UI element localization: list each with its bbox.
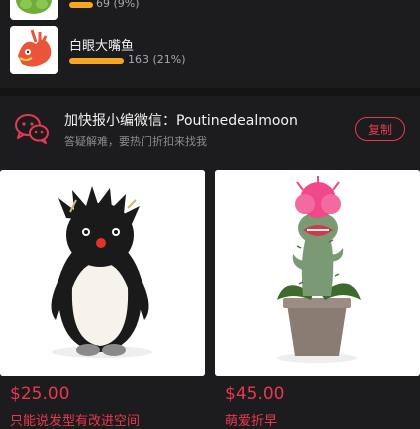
poll-option-1[interactable]: 69 (9%) <box>0 0 420 20</box>
poll-bar-fill <box>69 58 124 64</box>
poll-option-2[interactable]: 白眼大嘴鱼 163 (21%) <box>0 26 420 76</box>
poll-bar-track <box>69 2 99 8</box>
cactus-plush-image <box>215 170 420 376</box>
product-card-cactus[interactable]: $45.00 萌爱折早 <box>215 170 420 429</box>
poll-option-label: 白眼大嘴鱼 <box>69 39 135 54</box>
poll-bar-track <box>69 58 124 64</box>
fish-plush-thumbnail <box>10 26 58 74</box>
poll-stat: 163 (21%) <box>128 53 186 66</box>
green-plush-thumbnail <box>10 0 58 20</box>
poll-stat: 69 (9%) <box>96 0 140 10</box>
wechat-chat-icon <box>14 113 50 145</box>
section-divider <box>0 88 420 96</box>
penguin-plush-image <box>0 170 205 376</box>
wechat-promo-subtitle: 答疑解难，要热门折扣来找我 <box>64 135 207 148</box>
product-price: $25.00 <box>10 384 70 404</box>
product-card-penguin[interactable]: $25.00 只能说发型有改进空间 <box>0 170 205 429</box>
copy-button[interactable]: 复制 <box>355 117 405 141</box>
wechat-promo-title: 加快报小编微信：Poutinedealmoon <box>64 113 298 129</box>
product-price: $45.00 <box>225 384 285 404</box>
poll-bar-fill <box>69 2 93 8</box>
